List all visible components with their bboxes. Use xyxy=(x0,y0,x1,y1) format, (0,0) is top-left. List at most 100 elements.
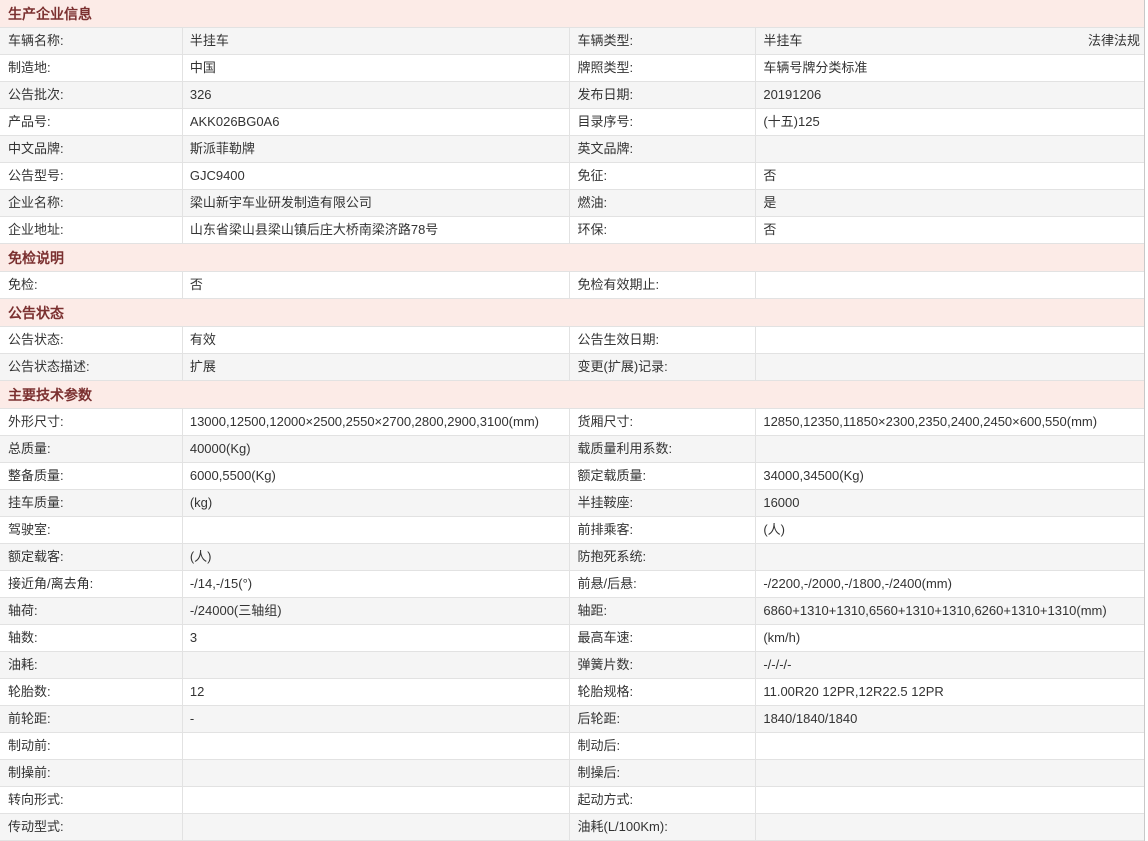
row-label-2: 制操后: xyxy=(570,760,757,786)
row-value-1: 3 xyxy=(183,625,570,651)
row-label-1: 轮胎数: xyxy=(0,679,183,705)
row-value-1: GJC9400 xyxy=(183,163,570,189)
row-value-2-wrap xyxy=(756,733,1144,759)
table-row: 免检: 否 免检有效期止: xyxy=(0,272,1144,299)
row-label-1: 制造地: xyxy=(0,55,183,81)
row-value-2-wrap: 6860+1310+1310,6560+1310+1310,6260+1310+… xyxy=(756,598,1144,624)
row-label-1: 企业名称: xyxy=(0,190,183,216)
row-value-1 xyxy=(183,760,570,786)
table-row: 额定载客: (人) 防抱死系统: xyxy=(0,544,1144,571)
row-label-2: 英文品牌: xyxy=(570,136,757,162)
table-row: 轴数: 3 最高车速: (km/h) xyxy=(0,625,1144,652)
table-row: 接近角/离去角: -/14,-/15(°) 前悬/后悬: -/2200,-/20… xyxy=(0,571,1144,598)
section-header: 主要技术参数 xyxy=(0,381,1144,409)
row-value-2-wrap: 否 xyxy=(756,163,1144,189)
row-value-1: 326 xyxy=(183,82,570,108)
table-section: 公告状态 公告状态: 有效 公告生效日期: 公告状态描述: 扩展 变更(扩展)记… xyxy=(0,299,1144,381)
row-value-2: 1840/1840/1840 xyxy=(763,706,857,732)
section-header: 公告状态 xyxy=(0,299,1144,327)
row-value-1 xyxy=(183,787,570,813)
row-value-2-wrap: 是 xyxy=(756,190,1144,216)
row-value-2-wrap xyxy=(756,787,1144,813)
row-label-1: 整备质量: xyxy=(0,463,183,489)
row-label-2: 燃油: xyxy=(570,190,757,216)
row-value-1: (kg) xyxy=(183,490,570,516)
row-label-2: 防抱死系统: xyxy=(570,544,757,570)
row-value-1: 否 xyxy=(183,272,570,298)
row-label-1: 传动型式: xyxy=(0,814,183,840)
row-value-1: - xyxy=(183,706,570,732)
row-label-2: 环保: xyxy=(570,217,757,243)
row-value-2-wrap: 34000,34500(Kg) xyxy=(756,463,1144,489)
table-row: 公告型号: GJC9400 免征: 否 xyxy=(0,163,1144,190)
row-value-1: -/24000(三轴组) xyxy=(183,598,570,624)
row-label-2: 制动后: xyxy=(570,733,757,759)
laws-link[interactable]: 法律法规 xyxy=(1088,28,1140,54)
row-value-2-wrap: (十五)125 xyxy=(756,109,1144,135)
row-value-2-wrap xyxy=(756,354,1144,380)
table-row: 公告批次: 326 发布日期: 20191206 xyxy=(0,82,1144,109)
section-rows: 免检: 否 免检有效期止: xyxy=(0,272,1144,299)
row-value-2: 34000,34500(Kg) xyxy=(763,463,863,489)
vehicle-info-table: 生产企业信息 车辆名称: 半挂车 车辆类型: 半挂车 法律法规 制造地: 中国 … xyxy=(0,0,1145,841)
row-value-2-wrap: 16000 xyxy=(756,490,1144,516)
row-value-2-wrap: -/2200,-/2000,-/1800,-/2400(mm) xyxy=(756,571,1144,597)
row-value-2-wrap xyxy=(756,272,1144,298)
row-label-2: 前悬/后悬: xyxy=(570,571,757,597)
row-label-2: 弹簧片数: xyxy=(570,652,757,678)
row-value-1 xyxy=(183,517,570,543)
row-value-1: 13000,12500,12000×2500,2550×2700,2800,29… xyxy=(183,409,570,435)
row-label-1: 车辆名称: xyxy=(0,28,183,54)
table-row: 企业地址: 山东省梁山县梁山镇后庄大桥南梁济路78号 环保: 否 xyxy=(0,217,1144,244)
table-row: 转向形式: 起动方式: xyxy=(0,787,1144,814)
row-value-2-wrap xyxy=(756,136,1144,162)
row-label-2: 牌照类型: xyxy=(570,55,757,81)
row-value-1: (人) xyxy=(183,544,570,570)
section-header: 免检说明 xyxy=(0,244,1144,272)
row-value-2: 20191206 xyxy=(763,82,821,108)
table-row: 轴荷: -/24000(三轴组) 轴距: 6860+1310+1310,6560… xyxy=(0,598,1144,625)
table-row: 外形尺寸: 13000,12500,12000×2500,2550×2700,2… xyxy=(0,409,1144,436)
row-value-1: 有效 xyxy=(183,327,570,353)
table-row: 制操前: 制操后: xyxy=(0,760,1144,787)
row-label-1: 中文品牌: xyxy=(0,136,183,162)
row-label-2: 轴距: xyxy=(570,598,757,624)
table-row: 车辆名称: 半挂车 车辆类型: 半挂车 法律法规 xyxy=(0,28,1144,55)
row-value-2-wrap xyxy=(756,760,1144,786)
section-title: 公告状态 xyxy=(8,303,64,323)
row-label-1: 前轮距: xyxy=(0,706,183,732)
row-label-2: 目录序号: xyxy=(570,109,757,135)
row-value-2: -/2200,-/2000,-/1800,-/2400(mm) xyxy=(763,571,952,597)
row-value-2-wrap xyxy=(756,436,1144,462)
row-label-1: 额定载客: xyxy=(0,544,183,570)
table-row: 油耗: 弹簧片数: -/-/-/- xyxy=(0,652,1144,679)
table-section: 免检说明 免检: 否 免检有效期止: xyxy=(0,244,1144,299)
row-value-1: 斯派菲勒牌 xyxy=(183,136,570,162)
table-row: 制动前: 制动后: xyxy=(0,733,1144,760)
section-rows: 公告状态: 有效 公告生效日期: 公告状态描述: 扩展 变更(扩展)记录: xyxy=(0,327,1144,381)
table-row: 产品号: AKK026BG0A6 目录序号: (十五)125 xyxy=(0,109,1144,136)
table-row: 挂车质量: (kg) 半挂鞍座: 16000 xyxy=(0,490,1144,517)
row-value-1: -/14,-/15(°) xyxy=(183,571,570,597)
row-value-2: (人) xyxy=(763,517,785,543)
row-value-2: 12850,12350,11850×2300,2350,2400,2450×60… xyxy=(763,409,1097,435)
table-row: 整备质量: 6000,5500(Kg) 额定载质量: 34000,34500(K… xyxy=(0,463,1144,490)
table-row: 传动型式: 油耗(L/100Km): xyxy=(0,814,1144,841)
row-label-1: 挂车质量: xyxy=(0,490,183,516)
row-label-1: 接近角/离去角: xyxy=(0,571,183,597)
row-label-1: 企业地址: xyxy=(0,217,183,243)
row-label-2: 半挂鞍座: xyxy=(570,490,757,516)
row-value-2-wrap: 1840/1840/1840 xyxy=(756,706,1144,732)
row-label-2: 前排乘客: xyxy=(570,517,757,543)
row-value-2-wrap xyxy=(756,544,1144,570)
table-row: 轮胎数: 12 轮胎规格: 11.00R20 12PR,12R22.5 12PR xyxy=(0,679,1144,706)
section-rows: 车辆名称: 半挂车 车辆类型: 半挂车 法律法规 制造地: 中国 牌照类型: 车… xyxy=(0,28,1144,244)
row-label-2: 发布日期: xyxy=(570,82,757,108)
section-title: 生产企业信息 xyxy=(8,4,92,24)
row-value-1 xyxy=(183,652,570,678)
row-label-1: 油耗: xyxy=(0,652,183,678)
row-value-1 xyxy=(183,814,570,840)
table-row: 公告状态描述: 扩展 变更(扩展)记录: xyxy=(0,354,1144,381)
row-label-1: 驾驶室: xyxy=(0,517,183,543)
row-value-2: 否 xyxy=(763,163,776,189)
